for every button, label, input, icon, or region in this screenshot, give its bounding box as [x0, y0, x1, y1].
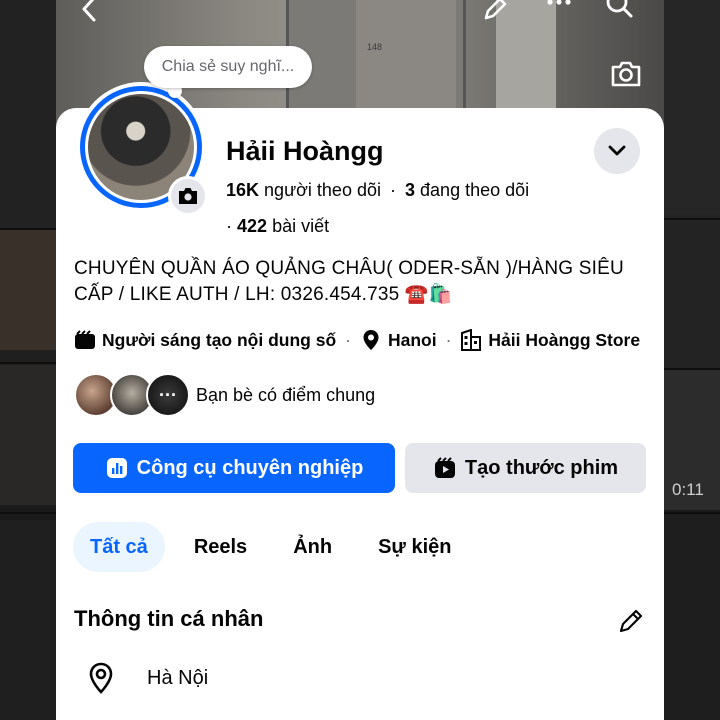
- video-duration: 0:11: [672, 480, 704, 499]
- cover-door-number: 148: [367, 42, 383, 52]
- followers-label: người theo dõi: [264, 180, 381, 200]
- profile-bio: CHUYÊN QUẦN ÁO QUẢNG CHÂU( ODER-SẴN )/HÀ…: [74, 258, 624, 305]
- composer-bubble[interactable]: Chia sẻ suy nghĩ...: [144, 46, 312, 88]
- expand-button[interactable]: [594, 128, 640, 174]
- cover-camera-icon[interactable]: [610, 60, 642, 88]
- mutual-friends-more[interactable]: ···: [146, 373, 190, 417]
- tab-photos[interactable]: Ảnh: [276, 522, 349, 572]
- following-label: đang theo dõi: [420, 180, 530, 200]
- back-arrow-icon[interactable]: [76, 0, 106, 24]
- followers-count: 16K: [226, 180, 260, 200]
- post-stats: · 422 bài viết: [226, 216, 330, 236]
- personal-info-location: Hà Nội: [86, 660, 208, 696]
- profile-tabs: Tất cả Reels Ảnh Sự kiện: [73, 522, 480, 572]
- edit-pencil-icon[interactable]: [617, 607, 645, 635]
- profile-name: Hảii Hoàngg: [226, 136, 384, 166]
- create-reel-label: Tạo thước phim: [464, 456, 619, 479]
- mutual-friends-label: Bạn bè có điểm chung: [196, 384, 376, 405]
- composer-bubble-text: Chia sẻ suy nghĩ...: [161, 58, 295, 75]
- edit-pencil-icon[interactable]: [480, 0, 510, 24]
- posts-count: 422: [237, 216, 268, 236]
- avatar-camera-icon[interactable]: [168, 176, 208, 216]
- tab-events[interactable]: Sự kiện: [361, 522, 468, 572]
- professional-tools-label: Công cụ chuyên nghiệp: [136, 456, 364, 479]
- following-count: 3: [405, 180, 416, 200]
- category-text: Người sáng tạo nội dung số: [102, 329, 337, 350]
- tab-reels[interactable]: Reels: [177, 522, 264, 572]
- professional-tools-button[interactable]: Công cụ chuyên nghiệp: [73, 443, 395, 493]
- posts-label: bài viết: [272, 216, 330, 236]
- store-link[interactable]: Hảii Hoàngg Store: [488, 330, 640, 351]
- location-text: Hanoi: [387, 329, 437, 350]
- personal-info-title: Thông tin cá nhân: [74, 606, 264, 631]
- mutual-friends[interactable]: ··· Bạn bè có điểm chung: [74, 372, 375, 418]
- search-icon[interactable]: [604, 0, 634, 24]
- clapperboard-icon: [74, 329, 96, 351]
- tab-all[interactable]: Tất cả: [73, 522, 165, 572]
- building-icon: [460, 329, 482, 351]
- more-options-icon[interactable]: [544, 0, 574, 24]
- dashboard-icon: [105, 456, 129, 480]
- follow-stats[interactable]: 16K người theo dõi · 3 đang theo dõi: [226, 180, 529, 201]
- create-reel-button[interactable]: Tạo thước phim: [405, 443, 646, 493]
- location-pin-icon: [86, 661, 116, 695]
- reel-icon: [433, 456, 457, 480]
- profile-meta: Người sáng tạo nội dung số · Hanoi · Hải…: [74, 327, 640, 353]
- location-pin-icon: [360, 329, 382, 351]
- personal-info-location-text: Hà Nội: [147, 666, 209, 689]
- chevron-down-icon: [608, 145, 626, 156]
